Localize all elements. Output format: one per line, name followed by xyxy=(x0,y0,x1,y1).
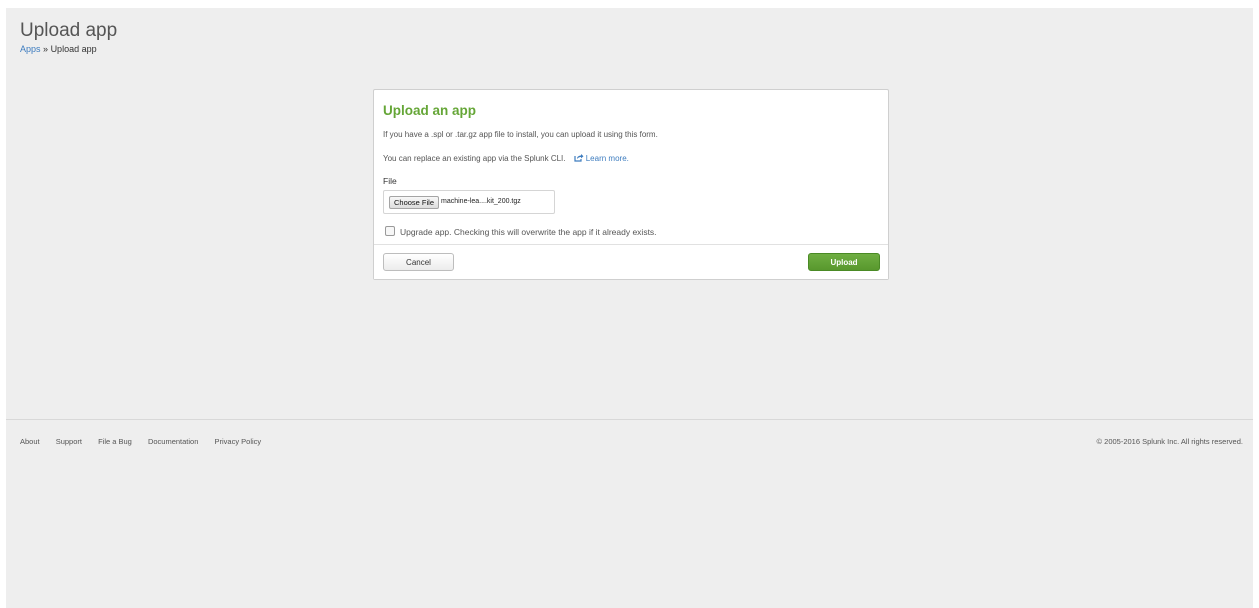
breadcrumb: Apps » Upload app xyxy=(20,43,117,55)
page-frame: Upload app Apps » Upload app Upload an a… xyxy=(6,8,1253,608)
cli-replace-label: You can replace an existing app via the … xyxy=(383,154,566,163)
upload-intro-text: If you have a .spl or .tar.gz app file t… xyxy=(383,130,658,139)
breadcrumb-separator: » xyxy=(43,44,49,54)
choose-file-button[interactable]: Choose File xyxy=(389,196,440,209)
file-field-label: File xyxy=(383,176,397,186)
learn-more-label: Learn more. xyxy=(585,154,629,163)
footer-link-support[interactable]: Support xyxy=(56,437,82,446)
page-footer: About Support File a Bug Documentation P… xyxy=(6,419,1253,460)
upgrade-app-checkbox[interactable] xyxy=(385,226,395,236)
upload-form-footer: Cancel Upload xyxy=(374,244,888,279)
upgrade-app-option[interactable]: Upgrade app. Checking this will overwrit… xyxy=(385,226,657,237)
footer-links: About Support File a Bug Documentation P… xyxy=(20,437,275,446)
upload-app-panel: Upload an app If you have a .spl or .tar… xyxy=(373,89,889,280)
copyright-notice: © 2005-2016 Splunk Inc. All rights reser… xyxy=(1096,437,1243,446)
upload-form-title: Upload an app xyxy=(383,103,477,118)
breadcrumb-apps-link[interactable]: Apps xyxy=(20,44,41,54)
external-link-icon xyxy=(574,154,584,162)
page-header: Upload app Apps » Upload app xyxy=(20,20,117,55)
cli-replace-text: You can replace an existing app via the … xyxy=(383,153,629,163)
page-title: Upload app xyxy=(20,20,118,41)
breadcrumb-current: Upload app xyxy=(50,44,97,54)
footer-link-about[interactable]: About xyxy=(20,437,40,446)
upload-button[interactable]: Upload xyxy=(808,253,880,271)
footer-link-privacy-policy[interactable]: Privacy Policy xyxy=(215,437,262,446)
cancel-button[interactable]: Cancel xyxy=(383,253,454,271)
learn-more-link[interactable]: Learn more. xyxy=(574,154,629,163)
upgrade-app-label: Upgrade app. Checking this will overwrit… xyxy=(400,227,657,237)
file-input[interactable]: Choose File machine-lea....kit_200.tgz xyxy=(383,190,555,214)
footer-link-file-a-bug[interactable]: File a Bug xyxy=(98,437,132,446)
selected-file-name: machine-lea....kit_200.tgz xyxy=(441,198,521,205)
footer-link-documentation[interactable]: Documentation xyxy=(148,437,198,446)
